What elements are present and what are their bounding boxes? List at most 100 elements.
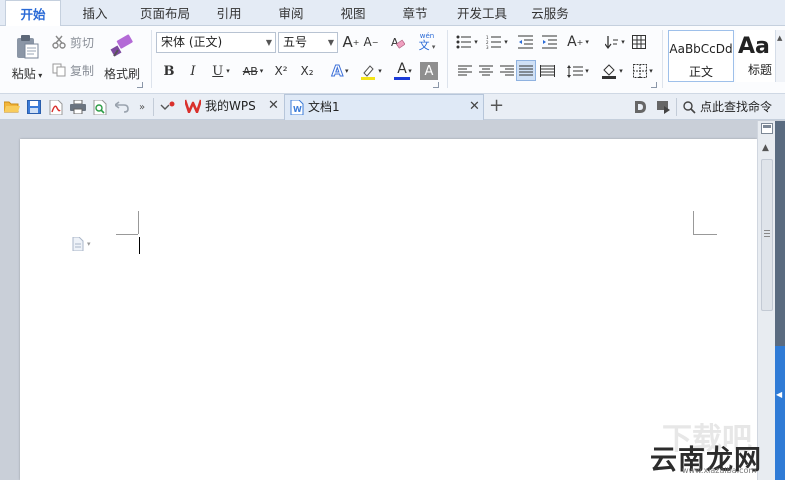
distributed-align-button[interactable]: [538, 61, 556, 81]
share-icon: [657, 101, 670, 114]
tab-references[interactable]: 引用: [206, 0, 252, 26]
svg-text:3: 3: [486, 45, 489, 49]
chinese-layout-button[interactable]: ▾: [602, 32, 628, 52]
split-view-icon[interactable]: [761, 123, 773, 134]
align-left-button[interactable]: [456, 61, 474, 81]
strikethrough-icon: AB: [242, 64, 258, 78]
dropdown-heart-icon: [160, 101, 175, 110]
eraser-icon: A: [391, 36, 405, 49]
phonetic-guide-button[interactable]: wén 文 ▾: [414, 31, 440, 53]
tab-view[interactable]: 视图: [330, 0, 376, 26]
scroll-up-icon[interactable]: ▲: [762, 143, 769, 153]
tab-chapter[interactable]: 章节: [392, 0, 438, 26]
doc-tab-label: 文档1: [308, 100, 340, 114]
italic-button[interactable]: I: [184, 61, 202, 81]
margin-crop-mark: [116, 234, 138, 235]
save-button[interactable]: [26, 99, 42, 115]
text-effects-button[interactable]: A ▾: [326, 61, 354, 81]
border-icon: [633, 64, 648, 78]
cut-button[interactable]: 剪切: [52, 32, 100, 52]
numbering-button[interactable]: 1 2 3 ▾: [484, 32, 510, 52]
paragraph-dialog-launcher[interactable]: [651, 82, 657, 88]
search-icon: [683, 100, 696, 114]
align-left-icon: [458, 65, 472, 76]
new-tab-button[interactable]: +: [489, 95, 504, 116]
margin-crop-mark: [138, 211, 139, 234]
subscript-button[interactable]: X₂: [296, 61, 318, 81]
line-spacing-button[interactable]: ▾: [564, 61, 592, 81]
grow-font-button[interactable]: A +: [342, 32, 360, 52]
justify-button[interactable]: [516, 60, 536, 81]
align-right-icon: [500, 65, 514, 76]
tab-review[interactable]: 审阅: [268, 0, 314, 26]
clear-format-button[interactable]: A: [388, 32, 406, 52]
print-button[interactable]: [70, 99, 86, 115]
change-case-button[interactable]: A + ▾: [564, 32, 592, 52]
doc-tab-my-wps[interactable]: 我的WPS ✕: [180, 94, 282, 120]
command-search[interactable]: 点此查找命令: [683, 94, 772, 120]
share-button[interactable]: [656, 99, 672, 115]
font-color-dropdown[interactable]: ▾: [406, 64, 414, 78]
tab-home[interactable]: 开始: [5, 0, 61, 27]
document-page[interactable]: ▾: [20, 139, 757, 480]
increase-indent-button[interactable]: [540, 32, 558, 52]
shrink-font-button[interactable]: A −: [362, 32, 380, 52]
export-pdf-button[interactable]: [48, 99, 64, 115]
close-icon[interactable]: ✕: [469, 95, 480, 119]
align-right-button[interactable]: [498, 61, 516, 81]
print-preview-button[interactable]: [92, 99, 108, 115]
undo-icon: [115, 101, 129, 113]
shading-button[interactable]: ▾: [598, 61, 626, 81]
style-heading[interactable]: Aa 标题: [736, 30, 775, 82]
menu-bar: 开始 插入 页面布局 引用 审阅 视图 章节 开发工具 云服务: [0, 0, 785, 27]
font-size-select[interactable]: 五号 ▼: [278, 32, 338, 53]
clipboard-dialog-launcher[interactable]: [137, 82, 143, 88]
tab-developer[interactable]: 开发工具: [450, 0, 514, 26]
align-justify-icon: [519, 65, 533, 75]
quickbar-separator: [153, 98, 154, 116]
style-normal-preview: AaBbCcDd: [669, 42, 733, 56]
copy-button[interactable]: 复制: [52, 60, 100, 80]
margin-crop-mark: [693, 234, 717, 235]
bullets-button[interactable]: ▾: [454, 32, 480, 52]
wps-cloud-button[interactable]: [632, 99, 648, 115]
font-family-value: 宋体 (正文): [161, 35, 223, 49]
scissors-icon: [52, 35, 66, 49]
undo-button[interactable]: [114, 99, 130, 115]
tab-insert[interactable]: 插入: [70, 0, 120, 26]
tab-page-layout[interactable]: 页面布局: [130, 0, 200, 26]
side-panel-strip[interactable]: ◀: [775, 121, 785, 480]
shrink-font-icon: A: [363, 35, 372, 49]
format-painter-button[interactable]: 格式刷: [102, 30, 142, 86]
paste-button[interactable]: 粘贴 ▾: [8, 30, 46, 86]
svg-text:A: A: [391, 36, 399, 49]
ribbon-separator: [151, 30, 152, 88]
align-center-button[interactable]: [477, 61, 495, 81]
borders-button[interactable]: ▾: [630, 61, 656, 81]
font-dialog-launcher[interactable]: [433, 82, 439, 88]
decrease-indent-button[interactable]: [516, 32, 534, 52]
style-normal[interactable]: AaBbCcDd 正文: [668, 30, 734, 82]
styles-scroll[interactable]: ▲: [775, 30, 785, 82]
format-painter-label: 格式刷: [103, 67, 140, 81]
print-preview-icon: [93, 99, 107, 115]
scrollbar-thumb[interactable]: [761, 159, 773, 311]
open-button[interactable]: [4, 99, 20, 115]
bold-button[interactable]: B: [160, 61, 178, 81]
customize-quickbar-button[interactable]: [160, 99, 176, 115]
style-heading-preview: Aa: [738, 34, 770, 59]
doc-tab-document1[interactable]: W 文档1 ✕: [284, 94, 484, 120]
char-shading-button[interactable]: A: [420, 62, 438, 80]
more-quick-icon[interactable]: »: [134, 99, 150, 115]
ribbon: 粘贴 ▾ 剪切 复制 格式刷 宋体 (正文) ▼ 五号 ▼ A + A − A …: [0, 26, 785, 94]
strikethrough-button[interactable]: AB ▾: [238, 61, 268, 81]
highlight-button[interactable]: ▾: [356, 61, 386, 81]
table-borders-button[interactable]: [630, 32, 648, 52]
paragraph-handle[interactable]: ▾: [72, 237, 91, 251]
tab-cloud[interactable]: 云服务: [522, 0, 578, 26]
close-icon[interactable]: ✕: [268, 94, 279, 118]
vertical-scrollbar[interactable]: ▲: [757, 121, 775, 480]
font-family-select[interactable]: 宋体 (正文) ▼: [156, 32, 276, 53]
underline-button[interactable]: U ▾: [206, 61, 236, 81]
superscript-button[interactable]: X²: [270, 61, 292, 81]
